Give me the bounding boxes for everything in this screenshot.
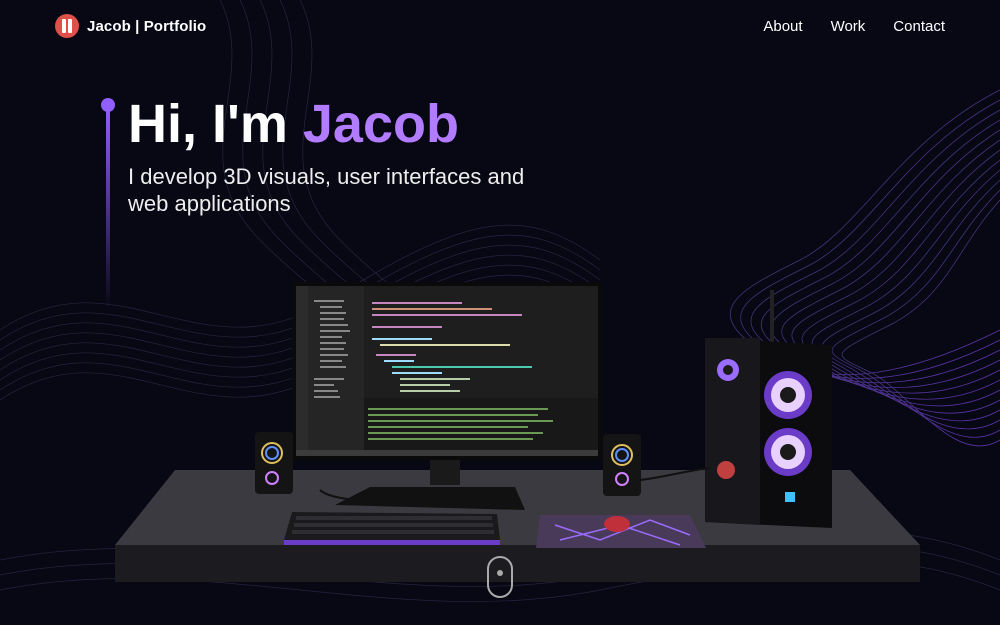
brand-suffix: | Portfolio bbox=[135, 17, 207, 35]
editor-statusbar bbox=[296, 450, 598, 456]
hero-name: Jacob bbox=[302, 94, 459, 154]
logo-icon bbox=[55, 14, 79, 38]
scroll-dot-icon bbox=[497, 570, 503, 576]
keyboard bbox=[284, 512, 500, 545]
nav-link-work[interactable]: Work bbox=[831, 18, 866, 35]
desk-front bbox=[115, 545, 920, 582]
nav-links: About Work Contact bbox=[763, 18, 945, 35]
editor-terminal bbox=[364, 398, 598, 450]
nav-link-contact[interactable]: Contact bbox=[893, 18, 945, 35]
hero-subtitle: I develop 3D visuals, user interfaces an… bbox=[128, 164, 525, 216]
brand-title: Jacob | Portfolio bbox=[87, 18, 206, 35]
speaker-right bbox=[603, 434, 641, 496]
mouse bbox=[604, 516, 630, 532]
timeline-line bbox=[106, 109, 110, 309]
pc-tower bbox=[705, 290, 832, 528]
hero-greeting: Hi, I'm bbox=[128, 94, 303, 154]
hero-title: Hi, I'm Jacob bbox=[128, 95, 459, 153]
editor-sidebar bbox=[308, 286, 364, 456]
brand-link[interactable]: Jacob | Portfolio bbox=[55, 14, 206, 38]
top-nav: Jacob | Portfolio About Work Contact bbox=[0, 0, 1000, 52]
nav-link-about[interactable]: About bbox=[763, 18, 802, 35]
scroll-indicator[interactable] bbox=[487, 556, 513, 598]
brand-name: Jacob bbox=[87, 17, 131, 35]
speaker-left bbox=[255, 432, 293, 494]
editor-activitybar bbox=[296, 286, 308, 456]
